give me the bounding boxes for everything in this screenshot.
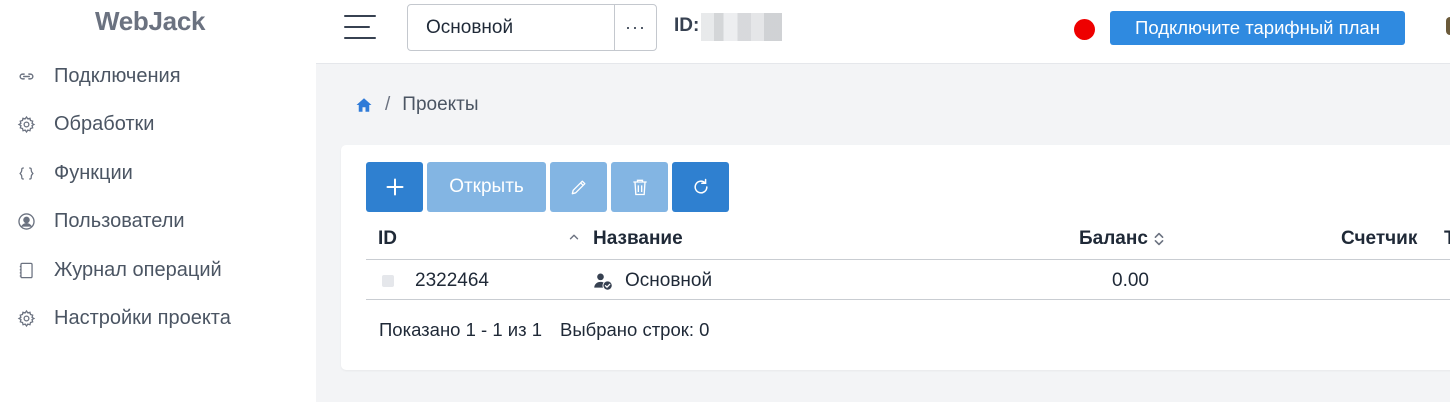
avatar[interactable]: [1446, 17, 1450, 35]
column-header-id[interactable]: ID: [378, 228, 397, 250]
add-button[interactable]: [366, 162, 423, 212]
connect-plan-button[interactable]: Подключите тарифный план: [1110, 11, 1405, 45]
gear-icon: [16, 309, 36, 329]
sidebar-item-label: Функции: [54, 161, 133, 184]
journal-icon: [16, 260, 36, 280]
table-footer: Показано 1 - 1 из 1 Выбрано строк: 0: [379, 319, 709, 341]
table-header: ID Название Баланс Счетчик Т: [366, 220, 1450, 260]
cell-id: 2322464: [415, 270, 489, 291]
column-header-truncated[interactable]: Т: [1444, 228, 1450, 250]
table-toolbar: Открыть: [366, 162, 733, 212]
sidebar: WebJack Подключения Обработки Функции По…: [0, 0, 316, 402]
sort-asc-icon[interactable]: [567, 230, 581, 244]
delete-button[interactable]: [611, 162, 668, 212]
edit-button[interactable]: [550, 162, 607, 212]
project-id-label: ID:: [674, 15, 700, 36]
sidebar-item-label: Обработки: [54, 113, 155, 136]
user-check-icon: [594, 273, 612, 290]
gear-icon: [16, 115, 36, 135]
home-icon[interactable]: [355, 96, 373, 114]
sort-both-icon[interactable]: [1152, 230, 1166, 248]
sidebar-item-users[interactable]: Пользователи: [0, 198, 316, 247]
column-header-counter[interactable]: Счетчик: [1341, 228, 1417, 250]
menu-toggle-icon[interactable]: [344, 13, 376, 41]
project-select-value[interactable]: Основной: [408, 5, 614, 50]
breadcrumb-separator: /: [385, 94, 391, 115]
status-indicator: [1074, 19, 1095, 40]
breadcrumb: / Проекты: [355, 94, 479, 116]
user-circle-icon: [16, 212, 36, 232]
column-header-balance-label: Баланс: [1079, 228, 1148, 249]
sidebar-item-functions[interactable]: Функции: [0, 149, 316, 198]
project-select[interactable]: Основной ···: [407, 4, 657, 51]
braces-icon: [16, 163, 36, 183]
refresh-button[interactable]: [672, 162, 729, 212]
cell-name: Основной: [625, 270, 713, 291]
breadcrumb-current: Проекты: [402, 94, 479, 115]
cell-balance: 0.00: [1112, 270, 1149, 291]
column-header-balance[interactable]: Баланс: [1079, 228, 1166, 250]
sidebar-item-project-settings[interactable]: Настройки проекта: [0, 295, 316, 344]
project-more-button[interactable]: ···: [614, 5, 656, 50]
sidebar-nav: Подключения Обработки Функции Пользовате…: [0, 52, 316, 343]
table-row[interactable]: 2322464 Основной 0.00: [366, 260, 1450, 300]
link-icon: [16, 66, 36, 86]
refresh-icon: [693, 178, 708, 194]
sidebar-item-label: Пользователи: [54, 210, 185, 233]
brand-logo[interactable]: WebJack: [95, 6, 205, 37]
selected-rows-info: Выбрано строк: 0: [560, 319, 710, 340]
sidebar-item-processing[interactable]: Обработки: [0, 101, 316, 150]
pencil-icon: [571, 180, 585, 195]
plus-icon: [386, 178, 403, 196]
column-header-name[interactable]: Название: [593, 228, 683, 250]
trash-icon: [632, 179, 647, 196]
projects-card: Открыть ID Название Баланс Счетчик Т 232…: [341, 145, 1450, 370]
open-button[interactable]: Открыть: [427, 162, 546, 212]
top-header: Основной ··· ID: Подключите тарифный пла…: [316, 0, 1450, 64]
sidebar-item-label: Настройки проекта: [54, 307, 231, 330]
sidebar-item-journal[interactable]: Журнал операций: [0, 246, 316, 295]
sidebar-item-label: Журнал операций: [54, 258, 222, 281]
sidebar-item-label: Подключения: [54, 64, 181, 87]
pagination-info: Показано 1 - 1 из 1: [379, 319, 542, 340]
project-id-redacted: [701, 13, 782, 41]
row-select-checkbox[interactable]: [382, 275, 394, 287]
sidebar-item-connections[interactable]: Подключения: [0, 52, 316, 101]
